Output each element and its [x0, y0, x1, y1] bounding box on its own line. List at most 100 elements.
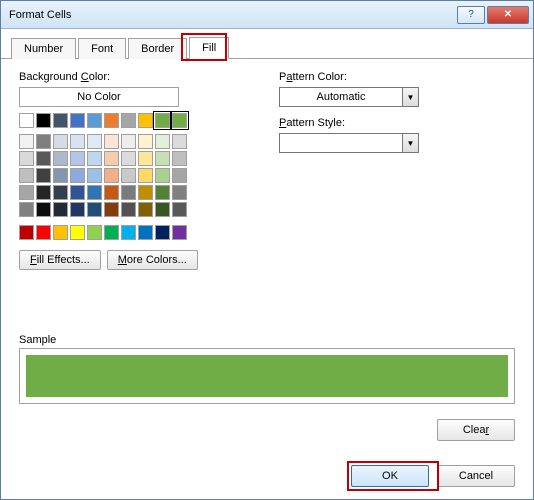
more-colors-button[interactable]: More Colors...	[107, 250, 198, 270]
color-swatch[interactable]	[70, 225, 85, 240]
left-column: Background Color: No Color Fill Effects.…	[19, 71, 239, 270]
color-swatch[interactable]	[138, 225, 153, 240]
theme-color-row	[19, 113, 239, 128]
color-swatch[interactable]	[53, 202, 68, 217]
color-swatch[interactable]	[155, 168, 170, 183]
color-swatch[interactable]	[104, 185, 119, 200]
dialog-title: Format Cells	[9, 9, 455, 21]
color-swatch[interactable]	[53, 151, 68, 166]
color-swatch[interactable]	[53, 134, 68, 149]
color-swatch[interactable]	[104, 202, 119, 217]
color-swatch[interactable]	[70, 202, 85, 217]
color-swatch[interactable]	[36, 168, 51, 183]
color-swatch[interactable]	[70, 134, 85, 149]
color-swatch[interactable]	[36, 151, 51, 166]
color-swatch[interactable]	[19, 113, 34, 128]
color-swatch[interactable]	[53, 113, 68, 128]
color-swatch[interactable]	[138, 168, 153, 183]
sample-label: Sample	[19, 334, 515, 346]
color-swatch[interactable]	[19, 225, 34, 240]
color-swatch[interactable]	[36, 185, 51, 200]
color-swatch[interactable]	[70, 151, 85, 166]
ok-button[interactable]: OK	[351, 465, 429, 487]
sample-box	[19, 348, 515, 404]
color-swatch[interactable]	[155, 202, 170, 217]
color-swatch[interactable]	[87, 113, 102, 128]
color-swatch[interactable]	[53, 225, 68, 240]
pattern-style-select[interactable]: ▼	[279, 133, 419, 153]
color-swatch[interactable]	[155, 134, 170, 149]
color-swatch[interactable]	[19, 151, 34, 166]
bg-color-label: Background Color:	[19, 71, 239, 83]
color-swatch[interactable]	[104, 225, 119, 240]
color-swatch[interactable]	[19, 202, 34, 217]
color-swatch[interactable]	[87, 185, 102, 200]
color-swatch[interactable]	[121, 168, 136, 183]
fill-effects-button[interactable]: Fill Effects...	[19, 250, 101, 270]
color-swatch[interactable]	[53, 168, 68, 183]
color-swatch[interactable]	[138, 185, 153, 200]
color-swatch[interactable]	[138, 134, 153, 149]
color-swatch[interactable]	[172, 202, 187, 217]
color-swatch[interactable]	[155, 185, 170, 200]
tab-fill[interactable]: Fill	[189, 37, 229, 59]
color-swatch[interactable]	[104, 113, 119, 128]
color-swatch[interactable]	[104, 168, 119, 183]
sample-area: Sample	[19, 334, 515, 404]
color-swatch[interactable]	[155, 225, 170, 240]
sample-swatch	[26, 355, 508, 397]
color-swatch[interactable]	[87, 168, 102, 183]
color-swatch[interactable]	[138, 151, 153, 166]
color-swatch[interactable]	[155, 113, 170, 128]
help-button[interactable]: ?	[457, 6, 485, 24]
color-swatch[interactable]	[121, 134, 136, 149]
color-swatch[interactable]	[87, 202, 102, 217]
color-swatch[interactable]	[172, 185, 187, 200]
color-swatch[interactable]	[70, 113, 85, 128]
color-swatch[interactable]	[121, 202, 136, 217]
color-swatch[interactable]	[172, 134, 187, 149]
color-swatch[interactable]	[172, 113, 187, 128]
color-swatch[interactable]	[121, 151, 136, 166]
color-swatch[interactable]	[70, 168, 85, 183]
color-swatch[interactable]	[138, 113, 153, 128]
color-swatch[interactable]	[121, 225, 136, 240]
color-swatch[interactable]	[155, 151, 170, 166]
pattern-color-value: Automatic	[280, 91, 402, 103]
tab-number[interactable]: Number	[11, 38, 76, 59]
color-swatch[interactable]	[19, 134, 34, 149]
pattern-style-label: Pattern Style:	[279, 117, 515, 129]
color-swatch[interactable]	[36, 113, 51, 128]
color-swatch[interactable]	[36, 225, 51, 240]
color-swatch[interactable]	[172, 225, 187, 240]
color-swatch[interactable]	[104, 134, 119, 149]
tab-border[interactable]: Border	[128, 38, 187, 59]
color-swatch[interactable]	[87, 225, 102, 240]
color-swatch[interactable]	[36, 134, 51, 149]
tab-strip: Number Font Border Fill	[1, 29, 533, 59]
standard-color-row	[19, 225, 239, 240]
color-swatch[interactable]	[87, 134, 102, 149]
color-swatch[interactable]	[87, 151, 102, 166]
pattern-color-select[interactable]: Automatic ▼	[279, 87, 419, 107]
color-swatch[interactable]	[104, 151, 119, 166]
color-swatch[interactable]	[121, 113, 136, 128]
color-swatch[interactable]	[36, 202, 51, 217]
pattern-color-label: Pattern Color:	[279, 71, 515, 83]
no-color-button[interactable]: No Color	[19, 87, 179, 107]
color-swatch[interactable]	[138, 202, 153, 217]
color-swatch[interactable]	[19, 168, 34, 183]
tab-font[interactable]: Font	[78, 38, 126, 59]
color-swatch[interactable]	[172, 151, 187, 166]
color-swatch[interactable]	[53, 185, 68, 200]
color-swatch[interactable]	[121, 185, 136, 200]
cancel-button[interactable]: Cancel	[437, 465, 515, 487]
color-swatch[interactable]	[172, 168, 187, 183]
chevron-down-icon: ▼	[402, 88, 418, 106]
color-swatch[interactable]	[19, 185, 34, 200]
titlebar: Format Cells ? ✕	[1, 1, 533, 29]
close-button[interactable]: ✕	[487, 6, 529, 24]
clear-button[interactable]: Clear	[437, 419, 515, 441]
color-swatch[interactable]	[70, 185, 85, 200]
format-cells-dialog: Format Cells ? ✕ Number Font Border Fill…	[0, 0, 534, 500]
